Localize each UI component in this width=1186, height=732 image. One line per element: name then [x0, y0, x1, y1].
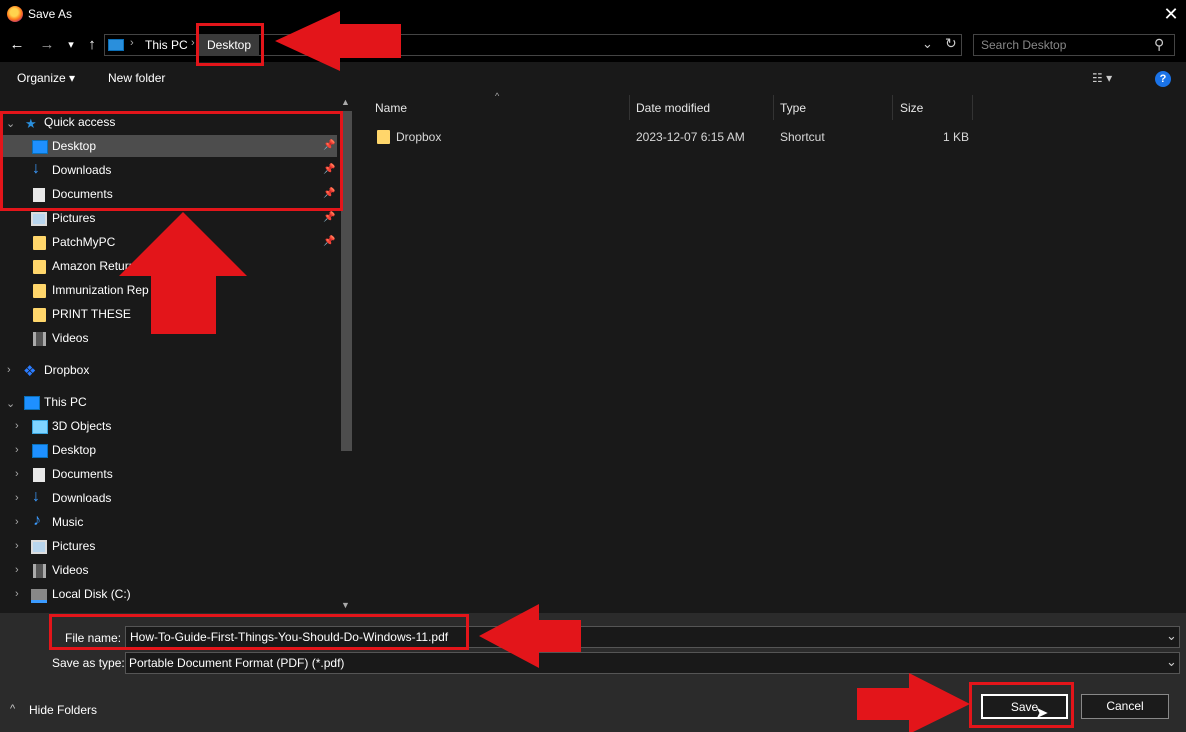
- arrow-to-desktop: [275, 11, 401, 71]
- annotation-arrows: [119, 11, 970, 732]
- arrow-to-file-name: [479, 604, 581, 668]
- arrow-to-save: [857, 673, 970, 732]
- arrow-to-quick-access: [119, 212, 247, 334]
